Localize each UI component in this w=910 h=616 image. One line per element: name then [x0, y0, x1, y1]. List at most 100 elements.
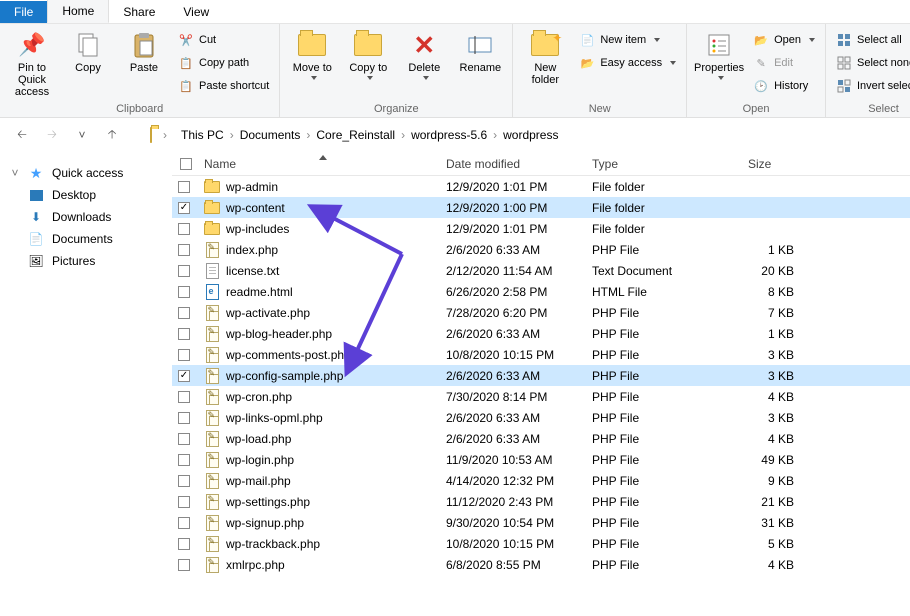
- row-checkbox[interactable]: [178, 286, 200, 298]
- file-name-cell[interactable]: wp-config-sample.php: [200, 368, 446, 384]
- easy-access-button[interactable]: 📂Easy access: [575, 53, 680, 73]
- file-name-cell[interactable]: wp-admin: [200, 179, 446, 195]
- row-checkbox[interactable]: [178, 559, 200, 571]
- row-checkbox[interactable]: [178, 538, 200, 550]
- table-row[interactable]: license.txt2/12/2020 11:54 AMText Docume…: [172, 260, 910, 281]
- file-name-cell[interactable]: wp-settings.php: [200, 494, 446, 510]
- table-row[interactable]: wp-login.php11/9/2020 10:53 AMPHP File49…: [172, 449, 910, 470]
- history-button[interactable]: 🕑History: [749, 76, 819, 96]
- table-row[interactable]: wp-load.php2/6/2020 6:33 AMPHP File4 KB: [172, 428, 910, 449]
- cut-button[interactable]: ✂️Cut: [174, 30, 273, 50]
- move-to-button[interactable]: Move to: [286, 28, 338, 80]
- new-folder-button[interactable]: ✦ New folder: [519, 28, 571, 86]
- file-name-cell[interactable]: wp-includes: [200, 221, 446, 237]
- column-type[interactable]: Type: [592, 157, 748, 171]
- nav-pictures[interactable]: 🖼Pictures: [6, 250, 166, 272]
- file-name-cell[interactable]: wp-links-opml.php: [200, 410, 446, 426]
- chevron-right-icon[interactable]: ›: [162, 128, 168, 142]
- row-checkbox[interactable]: [178, 349, 200, 361]
- row-checkbox[interactable]: [178, 475, 200, 487]
- column-name[interactable]: Name: [200, 157, 446, 171]
- table-row[interactable]: readme.html6/26/2020 2:58 PMHTML File8 K…: [172, 281, 910, 302]
- paste-button[interactable]: Paste: [118, 28, 170, 74]
- chevron-down-icon[interactable]: ˅: [10, 166, 20, 180]
- delete-button[interactable]: ✕ Delete: [398, 28, 450, 80]
- select-none-button[interactable]: Select none: [832, 53, 910, 73]
- file-name-cell[interactable]: readme.html: [200, 284, 446, 300]
- table-row[interactable]: wp-config-sample.php2/6/2020 6:33 AMPHP …: [172, 365, 910, 386]
- row-checkbox[interactable]: [178, 370, 200, 382]
- file-name-cell[interactable]: license.txt: [200, 263, 446, 279]
- file-name-cell[interactable]: wp-mail.php: [200, 473, 446, 489]
- row-checkbox[interactable]: [178, 265, 200, 277]
- crumb-core-reinstall[interactable]: Core_Reinstall: [313, 126, 398, 144]
- table-row[interactable]: wp-admin12/9/2020 1:01 PMFile folder: [172, 176, 910, 197]
- row-checkbox[interactable]: [178, 223, 200, 235]
- select-all-checkbox[interactable]: [178, 158, 200, 170]
- table-row[interactable]: wp-comments-post.php10/8/2020 10:15 PMPH…: [172, 344, 910, 365]
- table-row[interactable]: wp-includes12/9/2020 1:01 PMFile folder: [172, 218, 910, 239]
- table-row[interactable]: wp-cron.php7/30/2020 8:14 PMPHP File4 KB: [172, 386, 910, 407]
- tab-file[interactable]: File: [0, 1, 47, 23]
- chevron-right-icon[interactable]: ›: [305, 128, 311, 142]
- recent-locations-button[interactable]: ˅: [72, 125, 92, 145]
- file-name-cell[interactable]: wp-trackback.php: [200, 536, 446, 552]
- table-row[interactable]: index.php2/6/2020 6:33 AMPHP File1 KB: [172, 239, 910, 260]
- copy-to-button[interactable]: Copy to: [342, 28, 394, 80]
- file-name-cell[interactable]: wp-activate.php: [200, 305, 446, 321]
- row-checkbox[interactable]: [178, 328, 200, 340]
- properties-button[interactable]: Properties: [693, 28, 745, 80]
- new-item-button[interactable]: 📄New item: [575, 30, 680, 50]
- crumb-this-pc[interactable]: This PC: [178, 126, 227, 144]
- crumb-wordpress[interactable]: wordpress: [500, 126, 561, 144]
- chevron-right-icon[interactable]: ›: [492, 128, 498, 142]
- table-row[interactable]: xmlrpc.php6/8/2020 8:55 PMPHP File4 KB: [172, 554, 910, 575]
- table-row[interactable]: wp-blog-header.php2/6/2020 6:33 AMPHP Fi…: [172, 323, 910, 344]
- crumb-documents[interactable]: Documents: [237, 126, 304, 144]
- tab-view[interactable]: View: [169, 1, 223, 23]
- table-row[interactable]: wp-signup.php9/30/2020 10:54 PMPHP File3…: [172, 512, 910, 533]
- file-name-cell[interactable]: xmlrpc.php: [200, 557, 446, 573]
- row-checkbox[interactable]: [178, 433, 200, 445]
- row-checkbox[interactable]: [178, 412, 200, 424]
- back-button[interactable]: 🡠: [12, 125, 32, 145]
- table-row[interactable]: wp-mail.php4/14/2020 12:32 PMPHP File9 K…: [172, 470, 910, 491]
- forward-button[interactable]: 🡢: [42, 125, 62, 145]
- nav-documents[interactable]: 📄Documents: [6, 228, 166, 250]
- row-checkbox[interactable]: [178, 391, 200, 403]
- breadcrumb[interactable]: This PC› Documents› Core_Reinstall› word…: [178, 126, 561, 144]
- row-checkbox[interactable]: [178, 454, 200, 466]
- table-row[interactable]: wp-links-opml.php2/6/2020 6:33 AMPHP Fil…: [172, 407, 910, 428]
- nav-quick-access[interactable]: ˅★Quick access: [6, 162, 166, 184]
- table-row[interactable]: wp-content12/9/2020 1:00 PMFile folder: [172, 197, 910, 218]
- open-button[interactable]: 📂Open: [749, 30, 819, 50]
- table-row[interactable]: wp-activate.php7/28/2020 6:20 PMPHP File…: [172, 302, 910, 323]
- column-date[interactable]: Date modified: [446, 157, 592, 171]
- chevron-right-icon[interactable]: ›: [229, 128, 235, 142]
- up-button[interactable]: 🡡: [102, 125, 122, 145]
- paste-shortcut-button[interactable]: 📋Paste shortcut: [174, 76, 273, 96]
- column-size[interactable]: Size: [748, 157, 844, 171]
- chevron-right-icon[interactable]: ›: [400, 128, 406, 142]
- copy-button[interactable]: Copy: [62, 28, 114, 74]
- table-row[interactable]: wp-trackback.php10/8/2020 10:15 PMPHP Fi…: [172, 533, 910, 554]
- file-name-cell[interactable]: index.php: [200, 242, 446, 258]
- row-checkbox[interactable]: [178, 517, 200, 529]
- file-name-cell[interactable]: wp-comments-post.php: [200, 347, 446, 363]
- crumb-wordpress-56[interactable]: wordpress-5.6: [408, 126, 490, 144]
- tab-share[interactable]: Share: [109, 1, 169, 23]
- file-name-cell[interactable]: wp-load.php: [200, 431, 446, 447]
- select-all-button[interactable]: Select all: [832, 30, 910, 50]
- nav-desktop[interactable]: Desktop: [6, 184, 166, 206]
- row-checkbox[interactable]: [178, 307, 200, 319]
- invert-selection-button[interactable]: Invert selection: [832, 76, 910, 96]
- file-name-cell[interactable]: wp-login.php: [200, 452, 446, 468]
- copy-path-button[interactable]: 📋Copy path: [174, 53, 273, 73]
- row-checkbox[interactable]: [178, 496, 200, 508]
- nav-downloads[interactable]: ⬇Downloads: [6, 206, 166, 228]
- edit-button[interactable]: ✎Edit: [749, 53, 819, 73]
- pin-to-quick-access-button[interactable]: 📌 Pin to Quick access: [6, 28, 58, 98]
- file-name-cell[interactable]: wp-blog-header.php: [200, 326, 446, 342]
- file-name-cell[interactable]: wp-signup.php: [200, 515, 446, 531]
- row-checkbox[interactable]: [178, 244, 200, 256]
